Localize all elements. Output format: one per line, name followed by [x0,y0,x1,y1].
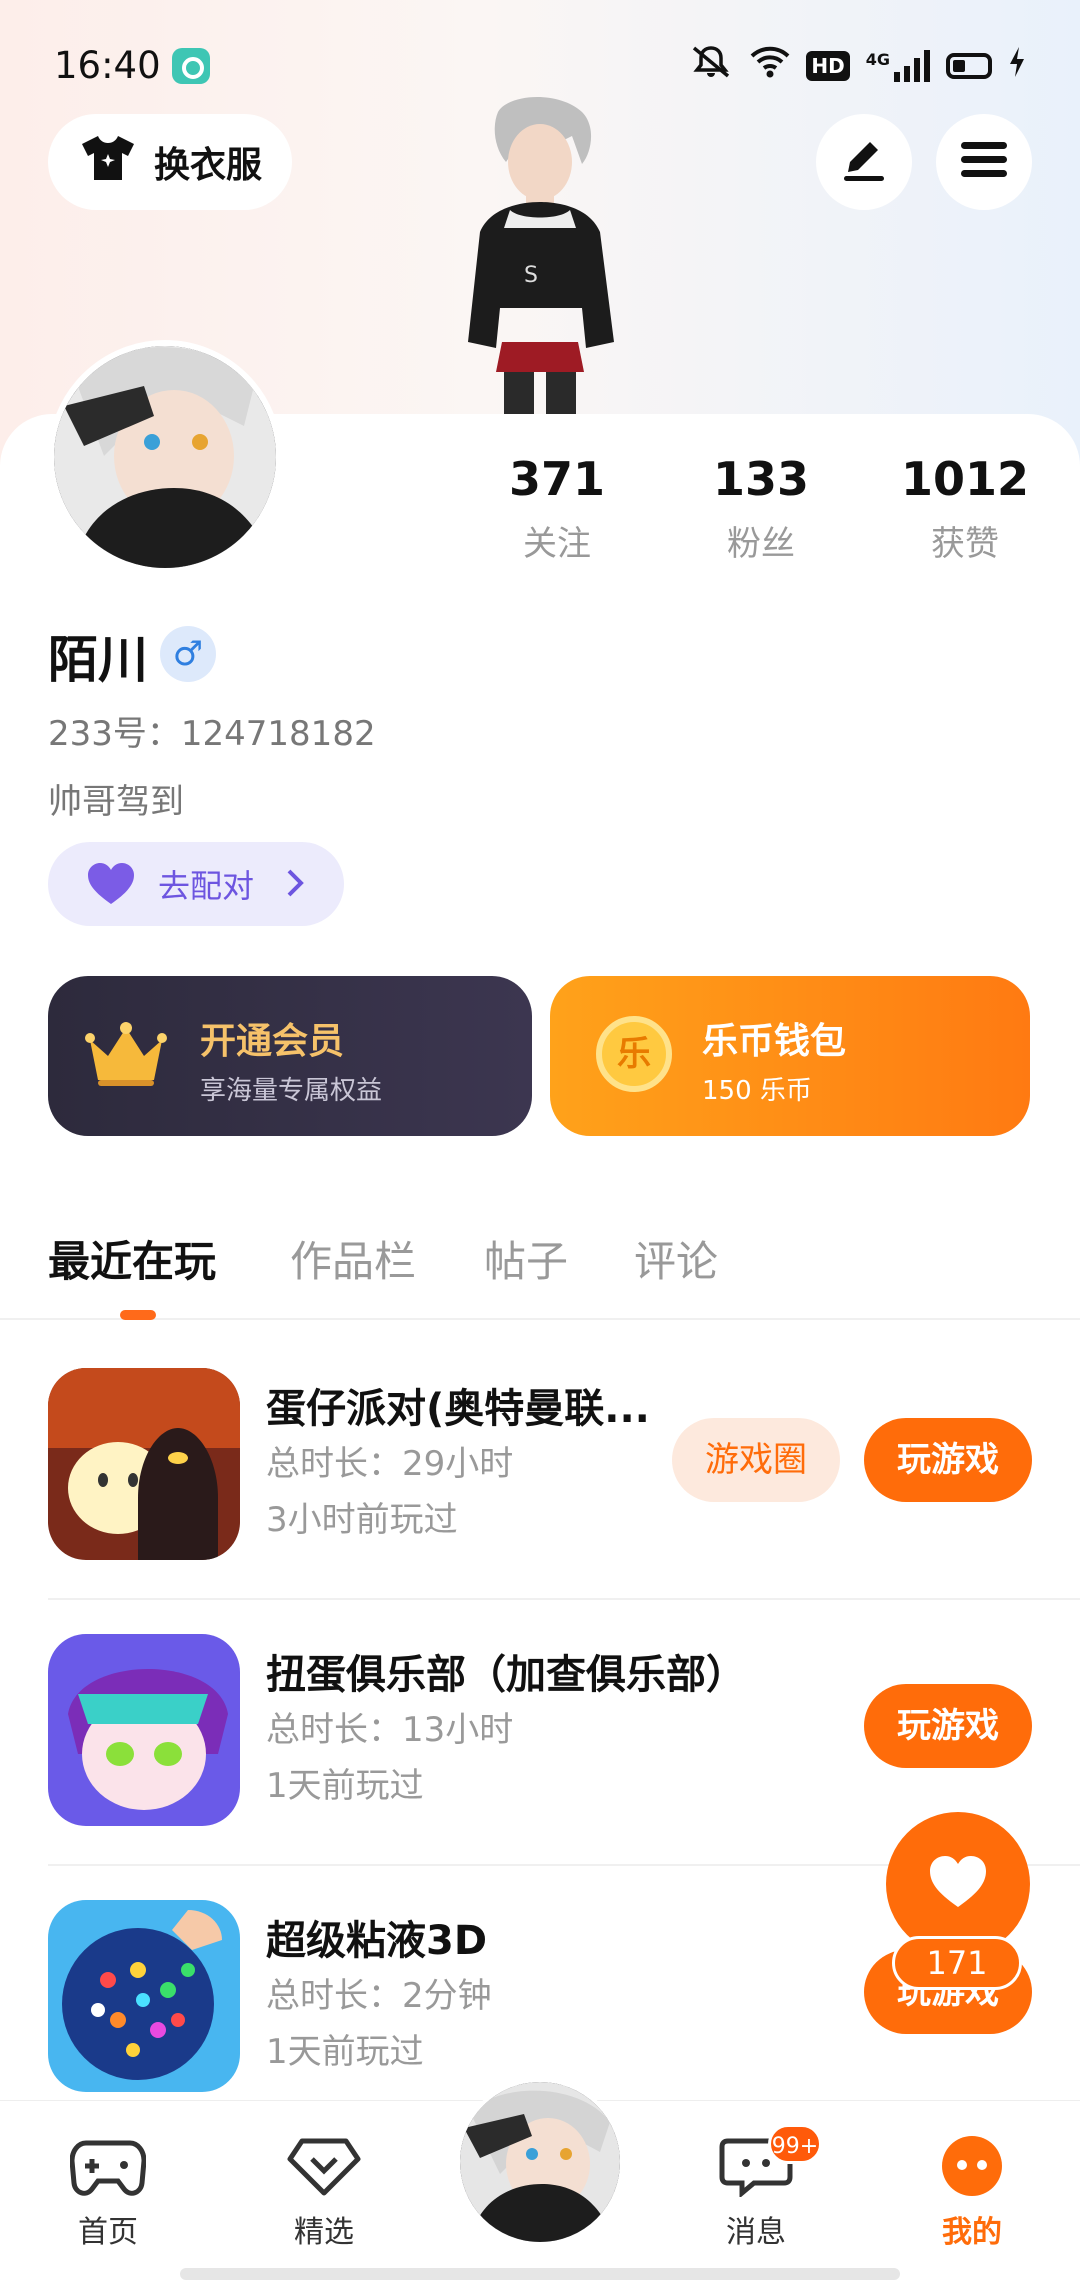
game-last-played: 1天前玩过 [266,2032,424,2072]
tab-recently-played[interactable]: 最近在玩 [48,1228,216,1289]
profile-bio: 帅哥驾到 [48,782,184,822]
purple-heart-icon [86,862,136,914]
avatar-character-figure: S [440,92,640,422]
likes-label: 获赞 [931,524,999,564]
nav-mine[interactable]: 我的 [902,2135,1042,2251]
hd-icon: HD [806,51,850,81]
profile-tabs: 最近在玩 作品栏 帖子 评论 [0,1218,1080,1320]
male-gender-icon: ♂ [160,626,216,682]
tab-posts[interactable]: 帖子 [484,1228,568,1289]
stat-following[interactable]: 371 关注 [462,452,652,565]
game-thumbnail [48,1900,240,2092]
messages-badge: 99+ [768,2124,822,2164]
match-label: 去配对 [158,867,255,905]
profile-uid: 233号：124718182 [48,714,376,754]
hamburger-menu-icon [961,140,1007,184]
coin-wallet-card[interactable]: 乐 乐币钱包 150 乐币 [550,976,1030,1136]
match-button[interactable]: 去配对 [48,842,344,926]
nav-home[interactable]: 首页 [38,2135,178,2251]
likes-count: 1012 [900,452,1030,506]
game-circle-button[interactable]: 游戏圈 [672,1418,840,1502]
game-duration: 总时长：29小时 [266,1444,514,1484]
home-indicator [180,2268,900,2280]
game-title: 蛋仔派对(奥特曼联... [266,1386,650,1432]
following-label: 关注 [523,524,591,564]
wallet-balance: 150 乐币 [702,1076,812,1106]
nav-featured-label: 精选 [294,2215,354,2250]
nav-mine-label: 我的 [942,2215,1002,2250]
profile-name: 陌川 [48,631,148,689]
list-item[interactable]: 蛋仔派对(奥特曼联... 总时长：29小时 3小时前玩过 游戏圈 玩游戏 [0,1334,1080,1600]
game-title: 扭蛋俱乐部（加查俱乐部） [266,1652,746,1698]
tab-works[interactable]: 作品栏 [290,1228,416,1289]
mute-bell-icon [688,45,734,88]
status-time: 16:40 [54,44,161,87]
active-tab-indicator [120,1310,156,1320]
game-duration: 总时长：2分钟 [266,1976,492,2016]
nav-messages-label: 消息 [726,2215,786,2250]
nav-featured[interactable]: 精选 [254,2135,394,2251]
status-icons: HD 4G [688,45,1026,87]
play-game-button[interactable]: 玩游戏 [864,1418,1032,1502]
chat-bubble-icon [718,2138,794,2201]
gamepad-icon [69,2140,147,2201]
profile-avatar[interactable] [48,340,282,574]
edit-profile-button[interactable] [816,114,912,210]
vip-membership-card[interactable]: 开通会员 享海量专属权益 [48,976,532,1136]
game-last-played: 3小时前玩过 [266,1500,458,1540]
battery-icon [946,53,992,79]
profile-face-icon [937,2136,1007,2201]
fans-label: 粉丝 [727,524,795,564]
tshirt-icon [80,134,136,191]
play-game-button[interactable]: 玩游戏 [864,1684,1032,1768]
stat-likes[interactable]: 1012 获赞 [870,452,1060,565]
following-count: 371 [508,452,606,506]
game-last-played: 1天前玩过 [266,1766,424,1806]
change-outfit-button[interactable]: 换衣服 [48,114,292,210]
like-floating-button[interactable] [886,1812,1030,1956]
game-title: 超级粘液3D [266,1918,488,1964]
heart-icon [928,1855,988,1913]
svg-text:S: S [524,263,538,288]
cell-signal-icon: 4G [866,50,930,82]
menu-button[interactable] [936,114,1032,210]
vip-subtitle: 享海量专属权益 [200,1076,383,1106]
diamond-heart-icon [286,2138,362,2201]
tab-comments[interactable]: 评论 [634,1228,718,1289]
game-duration: 总时长：13小时 [266,1710,514,1750]
coin-icon: 乐 [596,1016,672,1092]
app-notification-icon [172,48,210,84]
pencil-icon [840,136,888,188]
stat-fans[interactable]: 133 粉丝 [666,452,856,565]
change-outfit-label: 换衣服 [154,145,263,186]
nav-center-avatar[interactable] [456,2078,624,2246]
charging-icon [1008,46,1026,87]
nav-home-label: 首页 [78,2215,138,2250]
wallet-title: 乐币钱包 [702,1021,847,1062]
game-thumbnail [48,1368,240,1560]
wifi-icon [750,46,790,87]
vip-title: 开通会员 [200,1021,345,1062]
like-count: 171 [892,1936,1022,1990]
chevron-right-icon [286,868,304,906]
game-thumbnail [48,1634,240,1826]
fans-count: 133 [712,452,810,506]
crown-icon [84,1020,168,1094]
